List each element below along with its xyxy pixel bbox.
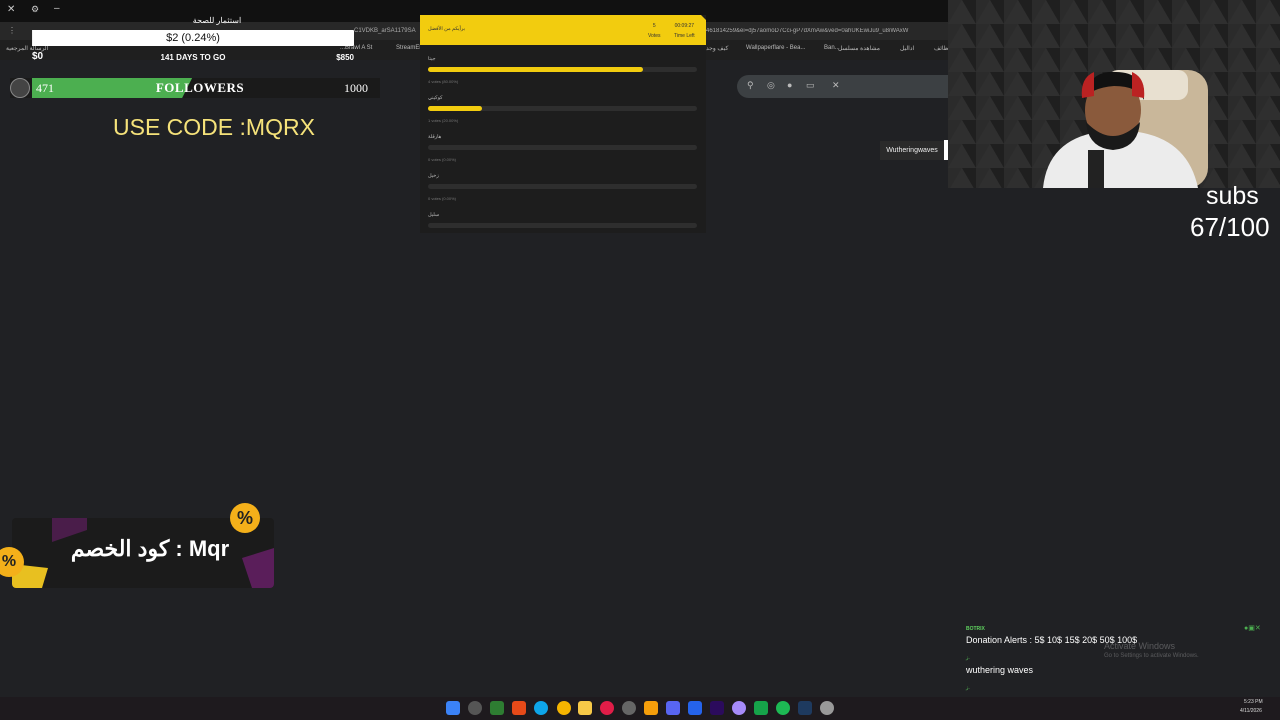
app-icon[interactable] <box>644 701 658 715</box>
poll-option-track <box>428 67 697 72</box>
goal-amount: $2 (0.24%) <box>166 32 220 44</box>
poll-option-label: جيتا <box>428 56 436 62</box>
followers-label: FOLLOWERS <box>155 80 245 95</box>
start-icon[interactable] <box>446 701 460 715</box>
bookmark-item[interactable]: كيف وجد <box>706 45 728 52</box>
poll-time: 00:09:27 Time Left <box>674 23 695 39</box>
poll-option-label: زخيل <box>428 173 439 179</box>
poll-option-track <box>428 106 697 111</box>
webcam-feed <box>948 0 1280 188</box>
steam-icon[interactable] <box>798 701 812 715</box>
microphone-icon[interactable]: ● <box>787 80 792 90</box>
app-icon[interactable] <box>820 701 834 715</box>
app-icon[interactable] <box>688 701 702 715</box>
menu-dots-icon[interactable]: ⋮ <box>8 26 16 35</box>
goal-days-left: 141 DAYS TO GO <box>160 53 226 62</box>
close-icon[interactable]: ✕ <box>7 4 15 15</box>
minecraft-icon[interactable] <box>490 701 504 715</box>
activate-windows-subtitle: Go to Settings to activate Windows. <box>1104 653 1199 659</box>
app-icon[interactable] <box>754 701 768 715</box>
bookmark-item[interactable]: Wallpaperflare - Bea... <box>746 45 805 51</box>
poll-time-value: 00:09:27 <box>674 23 695 29</box>
bookmark-item[interactable]: اداليل <box>900 45 914 52</box>
subs-count: 67/100 <box>1190 212 1270 242</box>
url-text-right: 461814259&ei=dj57aomoD7Cci-gP7dXmAw&ved=… <box>706 28 909 34</box>
poll-header: برأيكم من الأفضل 5 Votes 00:09:27 Time L… <box>420 15 706 45</box>
poll-title: برأيكم من الأفضل <box>428 26 466 32</box>
poll-votes: 5 Votes <box>648 23 661 39</box>
poll-option-fill <box>428 106 482 111</box>
poll-option: هارقلة 0 votes (0.00%) <box>428 134 698 173</box>
poll-option-fill <box>428 67 644 72</box>
steam-icon[interactable] <box>622 701 636 715</box>
premiere-icon[interactable] <box>710 701 724 715</box>
bookmark-item[interactable]: StreamEl <box>396 45 421 51</box>
folder-icon[interactable] <box>578 701 592 715</box>
poll-option-track <box>428 145 697 150</box>
poll-option: زخيل 0 votes (0.00%) <box>428 173 698 212</box>
search-input[interactable]: ⚲ ◎ ● ▭ ✕ <box>737 75 948 98</box>
clock-date[interactable]: 4/11/2026 <box>1240 708 1262 714</box>
use-code-text: USE CODE :MQRX <box>113 114 315 140</box>
discord-icon[interactable] <box>666 701 680 715</box>
poll-widget: برأيكم من الأفضل 5 Votes 00:09:27 Time L… <box>420 15 706 233</box>
followers-goal-value: 1000 <box>344 81 368 95</box>
poll-option-label: هارقلة <box>428 134 442 140</box>
poll-option: سليل <box>428 212 698 251</box>
chat-username: ز. <box>966 685 970 691</box>
chat-message: wuthering waves <box>966 665 1034 675</box>
search-icon[interactable]: ⚲ <box>747 80 754 91</box>
poll-votes-count: 5 <box>652 23 656 29</box>
poll-option-votes: 0 votes (0.00%) <box>428 157 457 162</box>
poll-option-track <box>428 223 697 228</box>
spotify-icon[interactable] <box>776 701 790 715</box>
brave-icon[interactable] <box>512 701 526 715</box>
poll-option-label: سليل <box>428 212 440 218</box>
lens-icon[interactable]: ◎ <box>767 80 775 91</box>
app-icon[interactable] <box>732 701 746 715</box>
keyboard-icon[interactable]: ▭ <box>806 80 815 91</box>
search-suggestion-tag[interactable]: Wutheringwaves <box>880 141 944 160</box>
edge-icon[interactable] <box>534 701 548 715</box>
followers-goal-bar: 471 FOLLOWERS 1000 <box>10 78 380 98</box>
bookmark-item[interactable]: مشاهدة مسلسل <box>838 45 880 52</box>
clock-time[interactable]: 5:23 PM <box>1244 699 1263 705</box>
percent-badge-icon: % <box>230 503 260 533</box>
search-icon[interactable] <box>468 701 482 715</box>
webcam-image <box>948 0 1280 188</box>
poll-option-track <box>428 184 697 189</box>
goal-target-value: $850 <box>336 53 354 62</box>
chrome-icon[interactable] <box>557 701 571 715</box>
activate-windows-title: Activate Windows <box>1104 641 1176 651</box>
poll-option: جيتا 4 votes (80.00%) <box>428 56 698 95</box>
goal-title: استثمار للصحة <box>192 16 242 25</box>
clear-icon[interactable]: ✕ <box>832 80 840 91</box>
poll-option-votes: 4 votes (80.00%) <box>428 79 459 84</box>
badge-icons: ●▣✕ <box>1244 625 1261 632</box>
poll-time-label: Time Left <box>674 33 695 39</box>
url-text-left: C1VDKB_arSA1179SA <box>354 28 416 34</box>
app-icon[interactable] <box>600 701 614 715</box>
poll-option: كوكيني 1 votes (20.00%) <box>428 95 698 134</box>
chat-username: ز. <box>966 655 970 661</box>
discount-code-text: كود الخصم : Mqr <box>70 536 230 561</box>
minimize-icon[interactable]: – <box>54 3 60 14</box>
taskbar: 5:23 PM 4/11/2026 <box>0 697 1280 720</box>
chat-username: BOTRIX <box>966 626 985 632</box>
subs-label: subs <box>1206 182 1259 210</box>
poll-option-label: كوكيني <box>428 95 443 101</box>
donation-goal-widget: استثمار للصحة $2 (0.24%) $0 141 DAYS TO … <box>32 14 354 64</box>
poll-option-votes: 0 votes (0.00%) <box>428 196 457 201</box>
poll-votes-label: Votes <box>648 33 661 39</box>
poll-option-votes: 1 votes (20.00%) <box>428 118 459 123</box>
goal-progress-bar: $2 (0.24%) <box>32 30 354 46</box>
